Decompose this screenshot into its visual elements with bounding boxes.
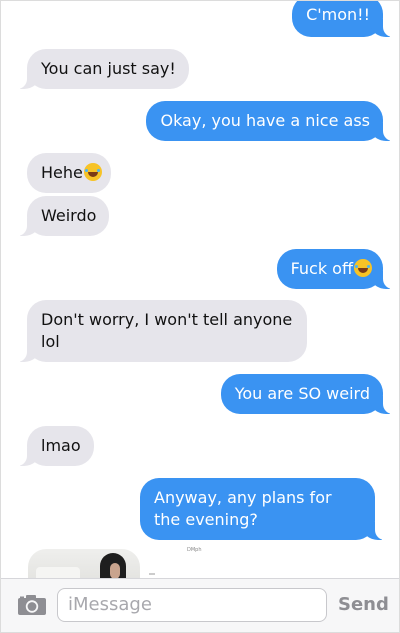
message-text: Fuck off <box>290 259 353 278</box>
attachment-caption-fragment: DMph <box>187 547 202 553</box>
message-bubble-incoming: Weirdo <box>1 196 110 236</box>
message-text: lmao <box>41 436 81 455</box>
message-text: You can just say! <box>41 59 176 78</box>
message-text: Don't worry, I won't tell anyone lol <box>41 310 293 351</box>
attachment-decoration <box>149 573 155 575</box>
message-bubble-incoming: Hehe <box>27 153 111 193</box>
message-text: You are SO weird <box>234 384 370 403</box>
message-thread: C'mon!! You can just say! Okay, you have… <box>1 1 399 578</box>
photo-background <box>36 567 80 578</box>
send-button[interactable]: Send <box>338 593 389 617</box>
camera-icon[interactable] <box>17 594 47 616</box>
message-text: Hehe <box>41 163 83 182</box>
message-text: Anyway, any plans for the evening? <box>154 488 332 529</box>
message-input[interactable]: iMessage <box>57 588 327 622</box>
message-bubble-outgoing: Fuck off <box>276 249 399 289</box>
message-bubble-outgoing: You are SO weird <box>220 374 399 414</box>
message-bubble-outgoing: C'mon!! <box>292 1 399 37</box>
message-bubble-outgoing: Anyway, any plans for the evening? <box>140 478 399 540</box>
message-bubble-incoming: Don't worry, I won't tell anyone lol <box>1 300 307 362</box>
message-text: C'mon!! <box>306 5 370 24</box>
face-with-tears-of-joy-icon <box>354 259 372 277</box>
message-text: Weirdo <box>41 206 97 225</box>
message-text: Okay, you have a nice ass <box>160 111 370 130</box>
message-bubble-incoming: lmao <box>1 426 94 466</box>
photo-subject-face <box>110 563 120 578</box>
message-bubble-outgoing: Okay, you have a nice ass <box>146 101 399 141</box>
face-with-tears-of-joy-icon <box>83 163 102 181</box>
message-input-bar: iMessage Send <box>1 578 399 632</box>
photo-attachment[interactable] <box>28 549 140 578</box>
imessage-window: C'mon!! You can just say! Okay, you have… <box>0 0 400 633</box>
message-bubble-incoming: You can just say! <box>1 49 189 89</box>
